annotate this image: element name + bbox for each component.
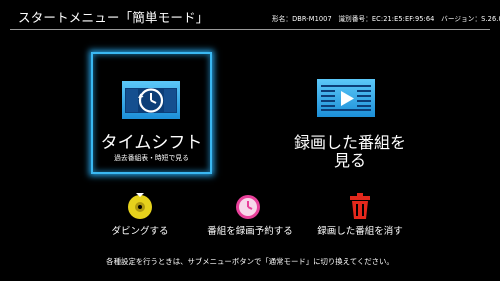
delete-recording-label: 録画した番組を消す: [317, 226, 403, 237]
header: スタートメニュー「簡単モード」 形名：DBR-M1007 識別番号：EC:21:…: [0, 0, 500, 30]
device-info: 形名：DBR-M1007 識別番号：EC:21:E5:EF:95:64 バージョ…: [272, 15, 500, 23]
play-list-icon: [317, 79, 375, 117]
timeshift-clock-icon: [122, 81, 180, 119]
record-reservation-label: 番組を録画予約する: [207, 226, 293, 237]
disc-icon: [128, 193, 152, 219]
dubbing-label: ダビングする: [111, 226, 169, 237]
recorded-programs-button[interactable]: 録画した番組を 見る: [270, 52, 430, 174]
mode-hint-text: 各種設定を行うときは、サブメニューボタンで「通常モード」に切り換えてください。: [106, 257, 394, 266]
header-divider: [10, 29, 490, 30]
timeshift-button[interactable]: タイムシフト 過去番組表・時短で見る: [91, 52, 212, 174]
recorded-programs-label: 録画した番組を 見る: [293, 133, 406, 170]
timeshift-sublabel: 過去番組表・時短で見る: [114, 154, 189, 162]
timeshift-label: タイムシフト: [100, 133, 203, 153]
page-title: スタートメニュー「簡単モード」: [18, 10, 209, 25]
alarm-clock-icon: [236, 195, 260, 219]
trash-icon: [350, 193, 370, 219]
